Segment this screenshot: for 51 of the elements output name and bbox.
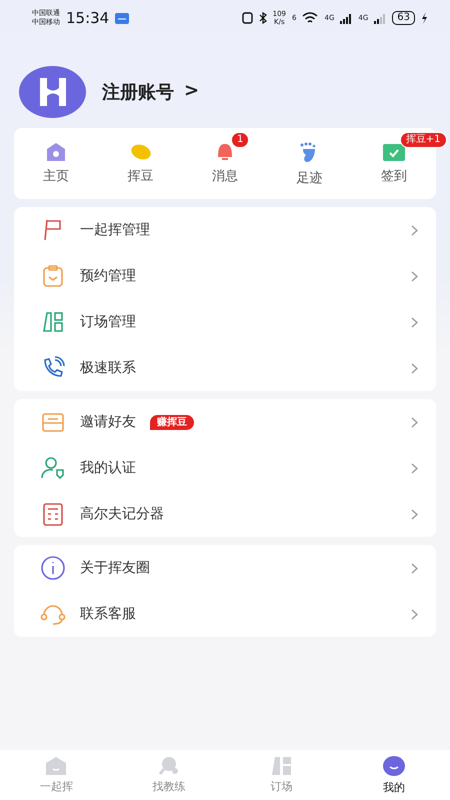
chevron-right-icon [411, 416, 418, 428]
tab-item[interactable]: 我的 [338, 750, 450, 800]
chevron-right-icon [411, 316, 418, 328]
check-calendar-icon [382, 142, 406, 162]
menu-item[interactable]: 订场管理 [14, 299, 436, 345]
chevron-right-icon [411, 608, 418, 620]
shortcut-item[interactable]: 主页 [43, 142, 70, 187]
charging-icon [421, 12, 428, 24]
clipboard-icon [40, 263, 66, 289]
chevron-right-icon [411, 508, 418, 520]
menu-item[interactable]: 我的认证 [14, 445, 436, 491]
home-icon [45, 142, 68, 162]
logo-icon [38, 76, 68, 108]
home-icon [44, 756, 68, 776]
menu-item[interactable]: 高尔夫记分器 [14, 491, 436, 537]
menu-item[interactable]: 预约管理 [14, 253, 436, 299]
smile-icon [382, 755, 406, 777]
tab-item[interactable]: 找教练 [112, 750, 225, 800]
menu-item[interactable]: 一起挥管理 [14, 207, 436, 253]
chevron-right-icon [411, 462, 418, 474]
user-shield-icon [40, 455, 66, 481]
tab-item[interactable]: 订场 [225, 750, 338, 800]
chevron-right-icon [411, 270, 418, 282]
calculator-icon [40, 501, 66, 527]
usb-icon [115, 12, 130, 24]
chevron-right-icon [411, 562, 418, 574]
paddle-icon [156, 756, 181, 776]
chevron-right-icon [411, 362, 418, 374]
shortcut-item[interactable]: 挥豆 [128, 142, 154, 187]
register-account-link[interactable]: 注册账号 > [102, 80, 200, 104]
signal-icon [340, 12, 352, 24]
clock: 15:34 [66, 9, 110, 27]
chevron-right-icon [411, 224, 418, 236]
info-icon [40, 555, 66, 581]
menu-item[interactable]: 邀请好友 赚挥豆 [14, 399, 436, 445]
bluetooth-icon [258, 12, 267, 24]
signal-icon [374, 12, 386, 24]
notification-badge: 1 [230, 132, 250, 148]
battery-level: 63 [392, 11, 415, 25]
bean-icon [130, 142, 152, 162]
tab-item[interactable]: 一起挥 [0, 750, 112, 800]
shortcut-item[interactable]: 足迹 [296, 142, 322, 187]
court-icon [269, 756, 294, 776]
nfc-icon [242, 12, 253, 24]
reward-tag: 赚挥豆 [150, 414, 194, 430]
notification-badge: 挥豆+1 [400, 132, 447, 148]
wifi-icon [302, 12, 318, 24]
menu-item[interactable]: 极速联系 [14, 345, 436, 391]
court-icon [40, 309, 66, 335]
menu-item[interactable]: 联系客服 [14, 591, 436, 637]
menu-item[interactable]: 关于挥友圈 [14, 545, 436, 591]
